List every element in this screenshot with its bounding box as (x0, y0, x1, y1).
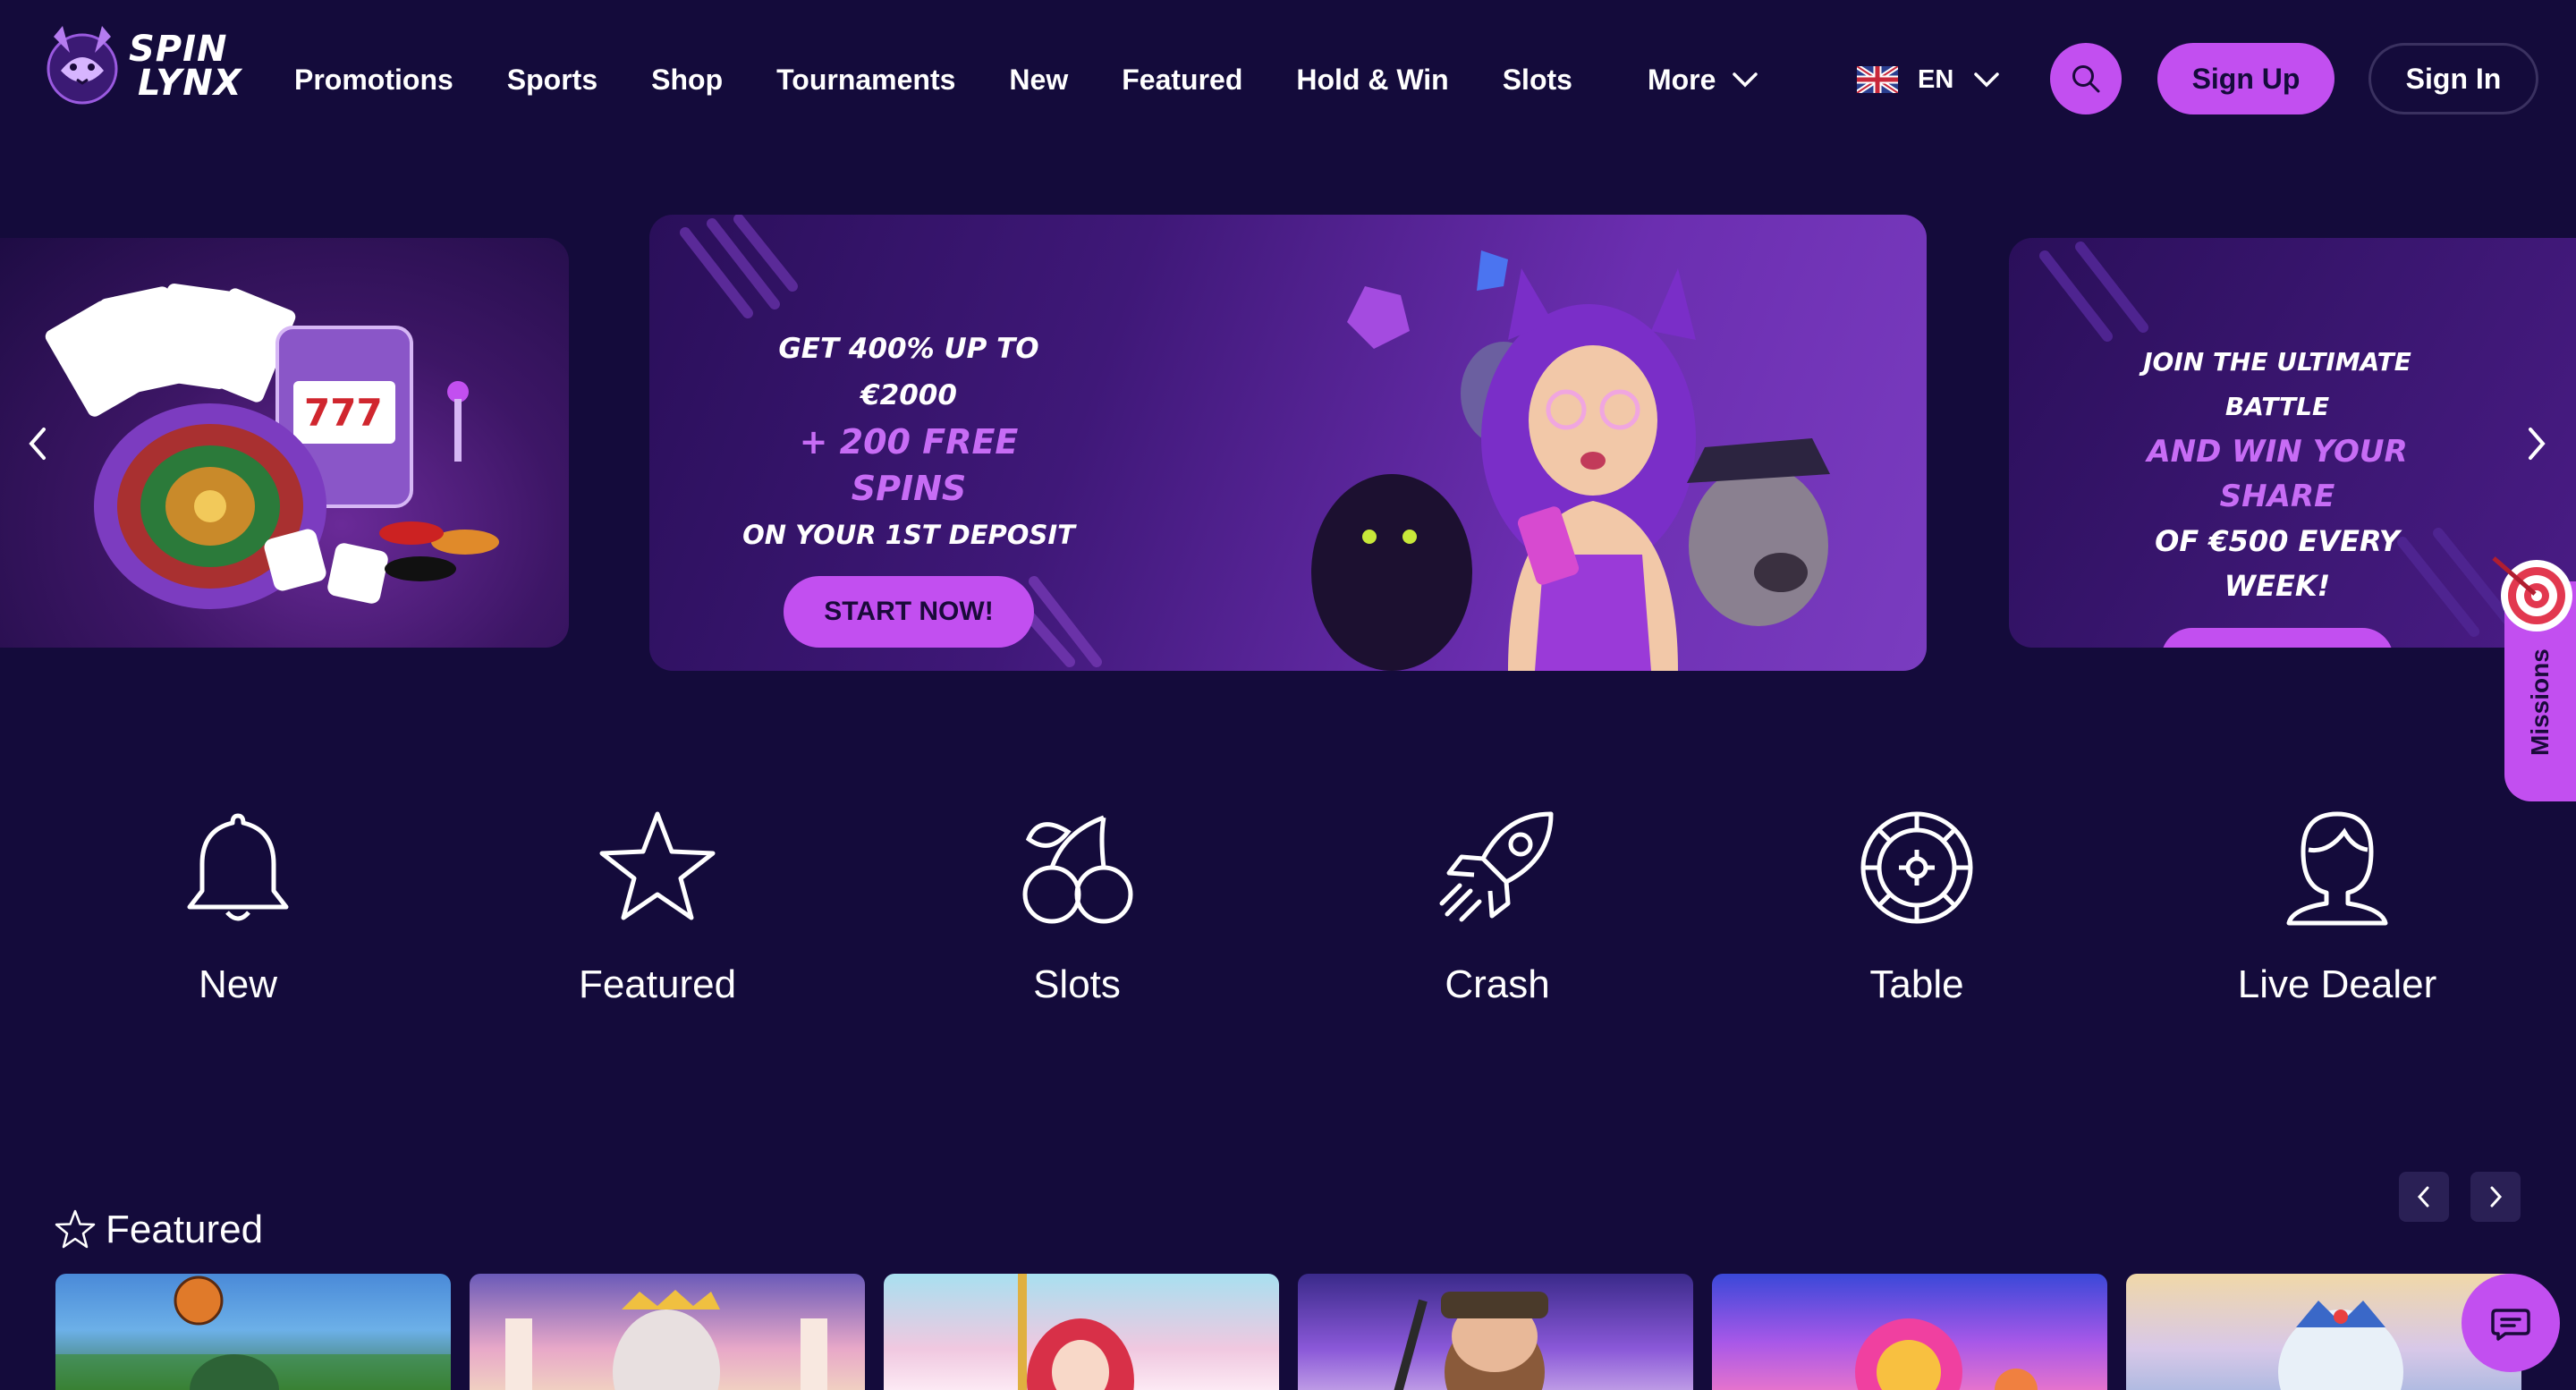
site-header: SPIN LYNX Promotions Sports Shop Tournam… (0, 0, 2576, 159)
welcome-bonus-line3: ON YOUR 1ST DEPOSIT (742, 520, 1075, 550)
star-icon (599, 811, 716, 920)
dealer-icon (2286, 811, 2388, 926)
category-label-featured: Featured (578, 962, 737, 1006)
tournament-line3: OF €500 EVERY WEEK! (2155, 524, 2400, 603)
missions-label: Missions (2526, 648, 2554, 756)
category-new[interactable]: New (104, 805, 372, 1038)
category-live-dealer[interactable]: Live Dealer (2203, 805, 2471, 1038)
playing-cards-icon (45, 284, 296, 417)
promo-banner-casino[interactable]: 777 (0, 238, 569, 648)
category-crash[interactable]: Crash (1363, 805, 1631, 1038)
nav-item-featured[interactable]: Featured (1122, 64, 1242, 97)
featured-section-title: Featured (106, 1208, 264, 1251)
spin-to-win-button[interactable]: SPIN TO WIN! (2161, 628, 2394, 648)
tournament-text: JOIN THE ULTIMATE BATTLE AND WIN YOUR SH… (2098, 340, 2456, 648)
carousel-next-button[interactable] (2519, 420, 2555, 467)
tournament-line1: JOIN THE ULTIMATE BATTLE (2143, 347, 2411, 421)
svg-text:777: 777 (304, 391, 383, 435)
nav-item-hold-and-win[interactable]: Hold & Win (1296, 64, 1448, 97)
lynx-logo-icon (47, 26, 118, 105)
category-label-table: Table (1869, 962, 1964, 1006)
featured-next-button[interactable] (2470, 1172, 2521, 1222)
rocket-icon (1439, 811, 1554, 922)
nav-more-dropdown[interactable]: More (1648, 64, 1758, 97)
cherries-icon (1022, 815, 1133, 924)
search-button[interactable] (2050, 43, 2122, 114)
nav-item-new[interactable]: New (1009, 64, 1068, 97)
nav-item-promotions[interactable]: Promotions (294, 64, 453, 97)
carousel-prev-button[interactable] (20, 420, 55, 467)
chevron-left-icon (2417, 1186, 2429, 1208)
nav-more-label: More (1647, 63, 1716, 96)
category-slots[interactable]: Slots (943, 805, 1211, 1038)
start-now-button[interactable]: START NOW! (784, 576, 1034, 648)
logo-text-spin: SPIN (129, 29, 228, 70)
category-table[interactable]: Table (1783, 805, 2051, 1038)
adventurer-game-thumbnail (1394, 1292, 1548, 1390)
search-icon (2072, 65, 2100, 93)
chevron-right-icon (2529, 428, 2546, 460)
sign-in-button[interactable]: Sign In (2368, 43, 2538, 114)
category-label-crash: Crash (1445, 962, 1550, 1006)
zeus-game-thumbnail (505, 1290, 827, 1390)
language-selector[interactable]: EN (1857, 61, 2000, 98)
promo-banner-welcome-bonus[interactable]: GET 400% UP TO €2000 + 200 FREE SPINS ON… (649, 215, 1927, 671)
nav-item-sports[interactable]: Sports (507, 64, 597, 97)
category-label-new: New (198, 962, 278, 1006)
game-card-adventurer[interactable] (1298, 1274, 1693, 1390)
category-featured[interactable]: Featured (523, 805, 792, 1038)
spin-lynx-logo[interactable]: SPIN LYNX (36, 16, 259, 116)
chevron-down-icon (1733, 72, 1758, 88)
welcome-bonus-line2: + 200 FREE SPINS (799, 422, 1019, 508)
sign-up-button[interactable]: Sign Up (2157, 43, 2334, 114)
target-dart-icon (2492, 556, 2572, 631)
nav-item-shop[interactable]: Shop (651, 64, 723, 97)
basketball-game-thumbnail (55, 1276, 451, 1390)
featured-section-header: Featured (54, 1199, 263, 1261)
welcome-bonus-text: GET 400% UP TO €2000 + 200 FREE SPINS ON… (739, 326, 1079, 648)
game-card-basketball[interactable] (55, 1274, 451, 1390)
chat-bubble-icon (2491, 1309, 2530, 1341)
candy-game-thumbnail (1855, 1318, 2038, 1390)
nav-item-tournaments[interactable]: Tournaments (776, 64, 955, 97)
game-card-candy[interactable] (1712, 1274, 2107, 1390)
casino-illustration: 777 (45, 284, 499, 609)
chevron-left-icon (29, 428, 46, 460)
uk-flag-icon (1857, 66, 1898, 93)
chevron-right-icon (2490, 1186, 2503, 1208)
bell-icon (187, 813, 289, 921)
tournament-line2: AND WIN YOUR SHARE (2147, 434, 2408, 514)
game-categories: New Featured Slots Crash Table Live Deal… (0, 805, 2576, 1038)
logo-text-lynx: LYNX (138, 63, 242, 104)
category-label-slots: Slots (1033, 962, 1121, 1006)
roulette-wheel-icon (1860, 811, 1973, 924)
language-label: EN (1918, 64, 1954, 94)
nav-item-slots[interactable]: Slots (1503, 64, 1572, 97)
main-nav: Promotions Sports Shop Tournaments New F… (294, 52, 1812, 107)
live-chat-button[interactable] (2462, 1274, 2560, 1372)
category-label-live-dealer: Live Dealer (2237, 962, 2437, 1006)
featured-prev-button[interactable] (2399, 1172, 2449, 1222)
princess-game-thumbnail (1018, 1274, 1134, 1390)
star-icon (55, 1209, 96, 1249)
chevron-down-icon (1974, 72, 2000, 88)
game-card-princess[interactable] (884, 1274, 1279, 1390)
welcome-bonus-line1: GET 400% UP TO €2000 (778, 333, 1039, 411)
game-card-zeus[interactable] (470, 1274, 865, 1390)
